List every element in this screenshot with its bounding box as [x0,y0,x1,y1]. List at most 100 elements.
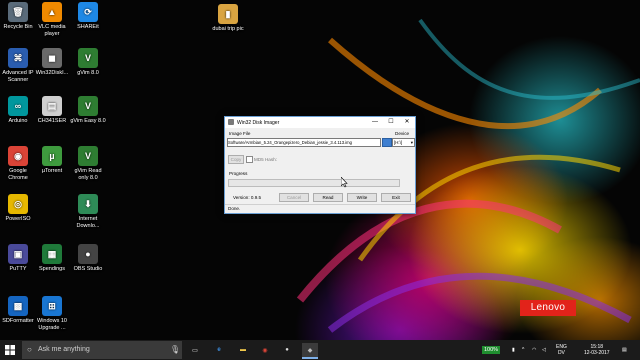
search-circle-icon: ○ [27,345,32,354]
desktop-app-icon: ⟳ [78,2,98,22]
disk-imager-icon [228,119,234,125]
status-text: Done. [228,206,241,211]
disk-imager-taskbar-icon[interactable]: ◆ [302,343,318,359]
desktop-icon[interactable]: ▩ SDFormatter [0,296,36,325]
desktop-app-icon: ▩ [8,296,28,316]
desktop-app-icon: ● [78,244,98,264]
desktop-app-icon: ▣ [8,244,28,264]
desktop-icon[interactable]: VgVim 8.0 [70,48,106,77]
desktop-app-icon: ⊞ [42,296,62,316]
desktop-icon[interactable]: ⌘ Advanced IP Scanner [0,48,36,83]
desktop-icon[interactable]: ◎ PowerISO [0,194,36,223]
close-button[interactable]: ✕ [399,117,415,128]
write-button[interactable]: Write [347,193,377,202]
desktop-icon-label: gVim Read only 8.0 [74,168,102,181]
desktop-icon[interactable]: µ µTorrent [34,146,70,175]
desktop-app-icon: ∞ [8,96,28,116]
desktop-app-icon: ▲ [42,2,62,22]
keyboard-label: DV [557,350,565,356]
desktop-icon[interactable]: ⊞ Windows 10 Upgrade ... [34,296,70,331]
read-button[interactable]: Read [313,193,343,202]
desktop-icon[interactable]: VgVim Read only 8.0 [70,146,106,181]
md5-checkbox[interactable] [246,156,253,163]
title-bar[interactable]: Win32 Disk Imager — ☐ ✕ [225,117,415,128]
clock[interactable]: 15:18 12-03-2017 [584,340,610,360]
desktop-app-icon: ▦ [42,244,62,264]
desktop-icon-label: dubai trip pic [212,26,244,32]
desktop-app-icon: ⌘ [8,48,28,68]
desktop-icon-label: SDFormatter [2,318,34,324]
mouse-cursor-icon [341,177,348,188]
desktop-app-icon: ▤ [42,96,62,116]
desktop-icon-label: CH341SER [37,118,67,124]
desktop-app-icon: ◉ [8,146,28,166]
desktop-icon-label: SHAREit [77,24,99,30]
desktop-icon[interactable]: ▤ CH341SER [34,96,70,125]
desktop-icon[interactable]: ∞ Arduino [0,96,36,125]
browse-folder-icon[interactable] [382,138,392,147]
battery-percent: 100% [482,346,501,354]
image-path-input[interactable]: Software/Armbian_5.24_Orangepizero_Debia… [227,138,381,147]
status-divider [225,204,415,205]
desktop-icon-label: Arduino [8,118,28,124]
desktop-app-icon: ▮ [218,4,238,24]
exit-button[interactable]: Exit [381,193,411,202]
window-title: Win32 Disk Imager [237,120,280,126]
desktop-icon[interactable]: VgVim Easy 8.0 [70,96,106,125]
wifi-icon[interactable]: ◠ [532,340,536,360]
cancel-button[interactable]: Cancel [279,193,309,202]
desktop-icon-label: Google Chrome [8,168,28,181]
search-placeholder: Ask me anything [38,346,90,353]
device-label: Device [395,131,410,136]
desktop-icon[interactable]: ◼ Win32DiskI... [34,48,70,77]
desktop-app-icon: 🗑 [8,2,28,22]
maximize-button[interactable]: ☐ [383,117,399,128]
desktop-app-icon: ◼ [42,48,62,68]
battery-indicator[interactable]: 100% [482,340,501,360]
desktop-app-icon: µ [42,146,62,166]
cortana-search-box[interactable]: ○ Ask me anything 🎙 [22,341,182,359]
desktop-icon[interactable]: ● OBS Studio [70,244,106,273]
desktop-icon[interactable]: ◉ Google Chrome [0,146,36,181]
desktop-app-icon: V [78,146,98,166]
volume-icon[interactable]: ◁ [542,340,546,360]
desktop-icon[interactable]: ⟳ SHAREit [70,2,106,31]
notifications-chevron-icon[interactable]: ^ [522,340,524,360]
start-button[interactable] [3,343,17,357]
progress-label: Progress [229,171,248,176]
device-value: [H:\] [394,140,403,145]
obs-icon[interactable]: ● [280,343,294,357]
input-language[interactable]: ENG DV [556,340,567,360]
desktop-icon[interactable]: 🗑 Recycle Bin [0,2,36,31]
win32-disk-imager-window[interactable]: Win32 Disk Imager — ☐ ✕ Image File Devic… [224,116,416,214]
clock-date: 12-03-2017 [584,350,610,356]
copy-button[interactable]: Copy [228,155,244,164]
desktop-icon-label: OBS Studio [73,266,103,272]
desktop: 🗑 Recycle Bin ▲ VLC media player ⟳ SHAREit ▮ du… [0,0,640,340]
edge-browser-icon[interactable]: e [212,343,226,357]
minimize-button[interactable]: — [367,117,383,128]
desktop-app-icon: ⬇ [78,194,98,214]
taskbar: ○ Ask me anything 🎙 ▭ e ▬ ◉ ● ◆ 100% ▮ ^… [0,340,640,360]
file-explorer-icon[interactable]: ▬ [236,343,250,357]
lenovo-logo: Lenovo [520,300,576,316]
desktop-icon-label: µTorrent [41,168,63,174]
desktop-icon-label: PuTTY [9,266,27,272]
chrome-icon[interactable]: ◉ [258,343,272,357]
desktop-icon[interactable]: ▦ Spendings [34,244,70,273]
desktop-icon-label: Internet Downlo... [76,216,100,229]
desktop-icon[interactable]: ▣ PuTTY [0,244,36,273]
desktop-icon-label: gVim 8.0 [77,70,99,76]
md5-hash-label: MD5 Hash: [254,157,277,162]
image-file-label: Image File [229,131,251,136]
device-select[interactable]: [H:\] ▾ [392,138,415,147]
network-icon[interactable]: ▮ [512,340,515,360]
action-center-icon[interactable]: ▤ [622,340,627,360]
desktop-icon-label: gVim Easy 8.0 [70,118,106,124]
chevron-down-icon: ▾ [410,140,413,145]
progress-bar [228,179,400,187]
desktop-icon[interactable]: ⬇ Internet Downlo... [70,194,106,229]
desktop-icon[interactable]: ▮ dubai trip pic [210,4,246,33]
task-view-icon[interactable]: ▭ [188,343,202,357]
desktop-icon[interactable]: ▲ VLC media player [34,2,70,37]
